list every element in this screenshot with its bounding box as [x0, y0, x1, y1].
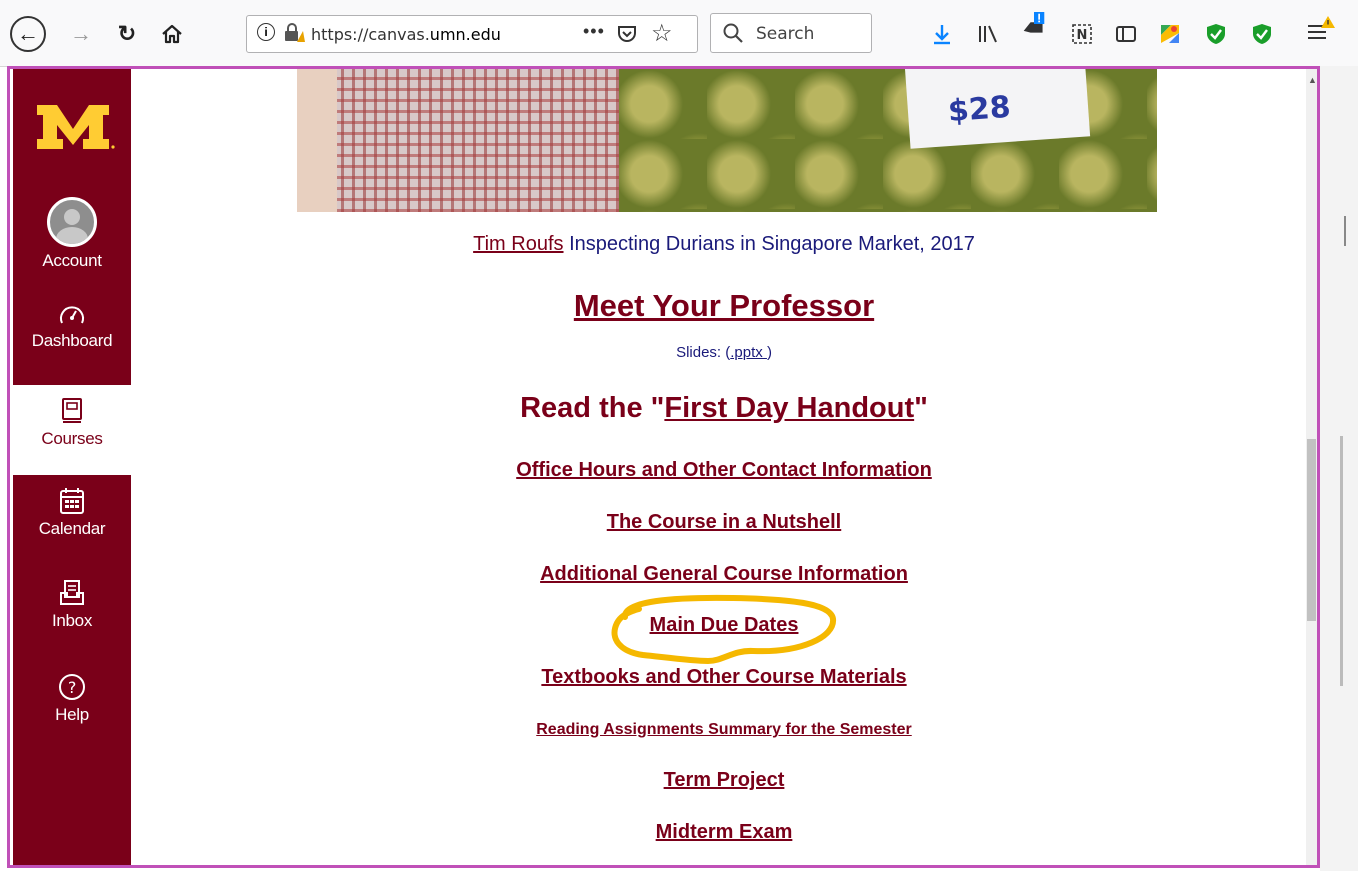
textbooks-link[interactable]: Textbooks and Other Course Materials: [131, 666, 1317, 689]
shield-extension-button-2[interactable]: [1250, 22, 1274, 46]
nav-account[interactable]: Account: [13, 197, 131, 277]
notification-extension-button[interactable]: [1022, 12, 1046, 36]
scrollbar-thumb[interactable]: [1307, 439, 1316, 621]
download-icon: [934, 25, 950, 45]
sidebar-icon: [1116, 26, 1136, 42]
info-icon[interactable]: i: [257, 23, 275, 41]
onenote-icon: N: [1072, 24, 1092, 44]
dashboard-icon: [60, 306, 84, 324]
nav-courses-label: Courses: [41, 429, 103, 448]
back-button[interactable]: ←: [10, 16, 46, 52]
page-frame: Account Dashboard Courses Calendar Inbox…: [7, 66, 1320, 868]
home-icon: [162, 24, 182, 44]
office-hours-link[interactable]: Office Hours and Other Contact Informati…: [131, 459, 1317, 482]
bookmark-star-icon[interactable]: ☆: [651, 19, 673, 48]
pocket-icon[interactable]: [617, 24, 637, 44]
nav-dashboard[interactable]: Dashboard: [13, 301, 131, 385]
midterm-exam-link[interactable]: Midterm Exam: [131, 821, 1317, 844]
notification-icon: [1023, 12, 1045, 33]
reload-button[interactable]: ↻: [112, 18, 142, 50]
reading-assignments-link[interactable]: Reading Assignments Summary for the Seme…: [131, 721, 1317, 739]
url-text[interactable]: https://canvas.umn.edu: [311, 25, 501, 44]
search-bar[interactable]: Search: [710, 13, 872, 53]
meet-your-professor-link[interactable]: Meet Your Professor: [131, 288, 1317, 324]
durian-market-photo: $28: [297, 69, 1157, 212]
nav-inbox-label: Inbox: [51, 611, 93, 630]
slides-line: Slides: (.pptx ): [676, 344, 772, 361]
help-icon: ?: [59, 674, 85, 700]
svg-text:?: ?: [68, 678, 76, 697]
nav-dashboard-label: Dashboard: [31, 331, 113, 350]
maps-icon: [1161, 25, 1179, 43]
nav-help-label: Help: [55, 705, 89, 724]
course-nutshell-link[interactable]: The Course in a Nutshell: [131, 511, 1317, 534]
nav-help[interactable]: ? Help: [13, 673, 131, 757]
tim-roufs-link[interactable]: Tim Roufs: [473, 233, 563, 255]
svg-text:N: N: [1077, 28, 1088, 43]
pptx-link[interactable]: .pptx: [730, 344, 767, 361]
maps-extension-button[interactable]: [1158, 22, 1182, 46]
shield-icon: [1207, 24, 1225, 44]
courses-icon: [62, 398, 82, 423]
back-icon: ←: [17, 21, 39, 46]
global-navigation: Account Dashboard Courses Calendar Inbox…: [13, 69, 131, 865]
search-placeholder: Search: [756, 24, 815, 44]
nav-account-label: Account: [42, 251, 102, 270]
scroll-up-arrow[interactable]: ▲: [1308, 75, 1317, 85]
menu-button[interactable]: [1306, 14, 1336, 46]
library-button[interactable]: [976, 22, 1000, 46]
term-project-link[interactable]: Term Project: [131, 769, 1317, 792]
additional-info-link[interactable]: Additional General Course Information: [131, 563, 1317, 586]
home-button[interactable]: [157, 18, 187, 50]
download-button[interactable]: [930, 22, 954, 46]
nav-calendar[interactable]: Calendar: [13, 487, 131, 571]
page-scrollbar[interactable]: ▲: [1306, 69, 1317, 865]
browser-toolbar: ← → ↻ i https://canvas.umn.edu ••• ☆ Sea…: [0, 0, 1358, 67]
first-day-handout-heading: Read the "First Day Handout": [520, 392, 928, 424]
nav-courses[interactable]: Courses: [13, 385, 131, 475]
course-page-content: $28 Tim Roufs Inspecting Durians in Sing…: [131, 69, 1317, 865]
umn-logo[interactable]: [31, 99, 115, 155]
first-day-handout-link[interactable]: First Day Handout: [664, 392, 914, 424]
inbox-icon: [60, 580, 84, 605]
highlight-annotation: [611, 594, 836, 665]
avatar: [47, 197, 97, 247]
onenote-clipper-button[interactable]: N: [1070, 22, 1094, 46]
search-icon: [723, 23, 743, 43]
insecure-lock-icon[interactable]: [283, 23, 305, 43]
background-window-edge: [1320, 66, 1358, 871]
reload-icon: ↻: [117, 21, 137, 46]
shield-extension-button-1[interactable]: [1204, 22, 1228, 46]
nav-inbox[interactable]: Inbox: [13, 579, 131, 663]
sidebar-button[interactable]: [1114, 22, 1138, 46]
calendar-icon: [60, 488, 84, 514]
price-sign: $28: [905, 69, 1091, 149]
url-bar[interactable]: i https://canvas.umn.edu ••• ☆: [246, 15, 698, 53]
nav-calendar-label: Calendar: [38, 519, 106, 538]
library-icon: [979, 25, 997, 43]
photo-caption: Tim Roufs Inspecting Durians in Singapor…: [473, 233, 975, 255]
page-actions-button[interactable]: •••: [583, 21, 605, 42]
forward-button[interactable]: →: [66, 18, 96, 50]
shield-icon: [1253, 24, 1271, 44]
forward-icon: →: [70, 21, 92, 46]
menu-icon: [1308, 16, 1335, 39]
